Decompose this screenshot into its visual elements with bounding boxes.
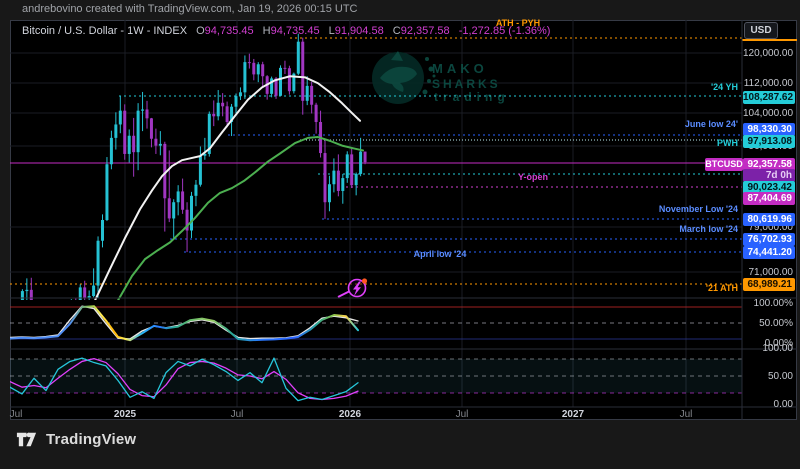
indicator-pane-2 [10, 358, 742, 401]
axis-highlight-bar [742, 39, 797, 41]
watermark-text: SHARKS [432, 77, 501, 91]
moving-averages [95, 76, 363, 300]
chart-canvas[interactable]: MAKOSHARKStrading [0, 0, 800, 469]
indicator-pane-1 [10, 306, 742, 340]
watermark-text: MAKO [432, 61, 488, 76]
tradingview-screenshot: andrebovino created with TradingView.com… [0, 0, 800, 469]
tradingview-branding[interactable]: TradingView [15, 427, 136, 451]
tradingview-logo-icon [15, 428, 38, 451]
tradingview-logo-text: TradingView [46, 431, 136, 448]
lightning-marker[interactable] [338, 278, 367, 297]
watermark-text: trading [434, 90, 510, 104]
